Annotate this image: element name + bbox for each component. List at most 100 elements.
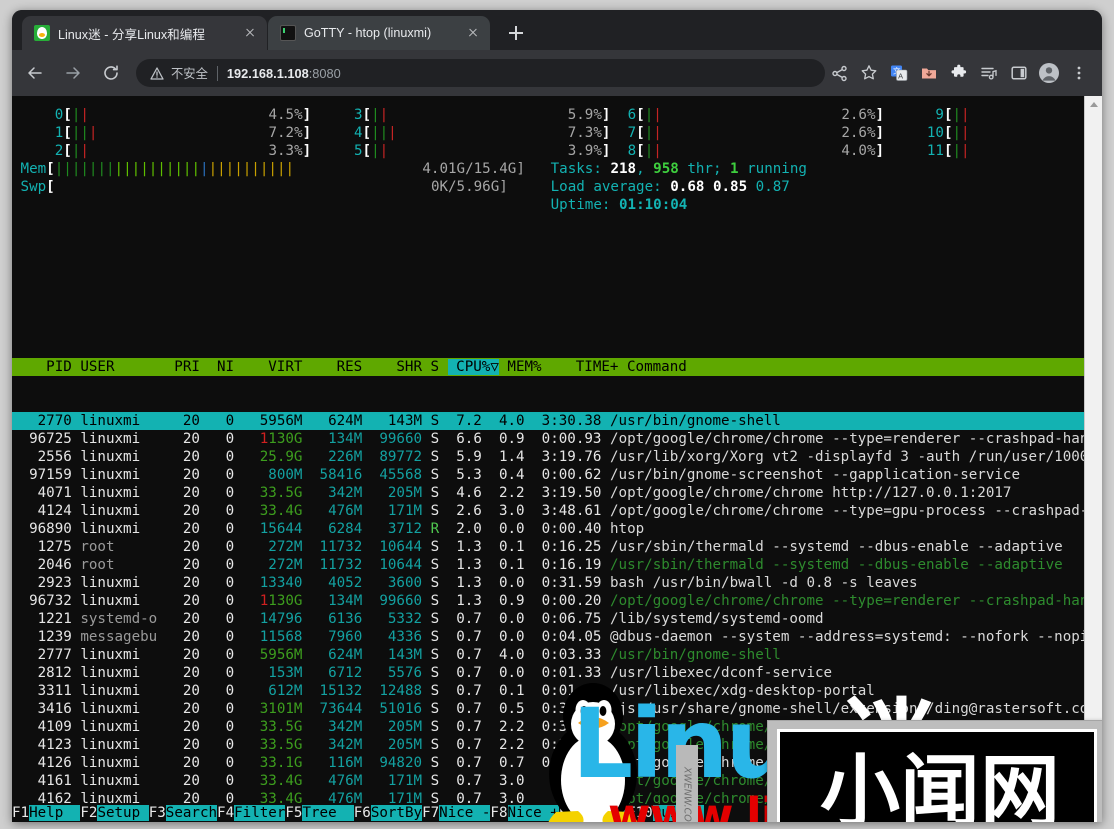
cell-mem: 0.7 [490, 755, 525, 771]
table-row[interactable]: 2046 root 20 0 272M 11732 10644 S 1.3 0.… [12, 556, 1085, 574]
table-row[interactable]: 96890 linuxmi 20 0 15644 6284 3712 R 2.0… [12, 520, 1085, 538]
page-scrollbar[interactable] [1084, 96, 1102, 822]
scroll-up-icon[interactable] [1085, 96, 1102, 111]
cpu-meter-6: 6[|| 2.6%] [619, 107, 885, 123]
fkey-f10[interactable]: F10 [627, 805, 653, 821]
fkey-label-f8[interactable]: Nice + [507, 805, 559, 821]
cell-state: S [430, 503, 440, 519]
fkey-label-f5[interactable]: Tree [302, 805, 354, 821]
cell-virt: 15644 [242, 521, 303, 537]
cell-state: S [430, 413, 440, 429]
scroll-down-icon[interactable] [1085, 807, 1102, 822]
table-row[interactable]: 96732 linuxmi 20 0 1130G 134M 99660 S 1.… [12, 592, 1088, 610]
table-row[interactable]: 4126 linuxmi 20 0 33.1G 116M 94820 S 0.7… [12, 754, 1089, 772]
bookmark-star-icon[interactable] [855, 59, 883, 87]
table-row[interactable]: 2556 linuxmi 20 0 25.9G 226M 89772 S 5.9… [12, 448, 1089, 466]
reload-icon[interactable] [96, 58, 126, 88]
side-panel-icon[interactable] [1005, 59, 1033, 87]
cell-mem: 0.1 [490, 539, 525, 555]
fkey-f8[interactable]: F8 [490, 805, 508, 821]
fkey-label-f9[interactable]: Kill [575, 805, 628, 821]
fkey-label-f6[interactable]: SortBy [370, 805, 423, 821]
fkey-f9[interactable]: F9 [558, 805, 576, 821]
reading-list-icon[interactable] [975, 59, 1003, 87]
table-row[interactable]: 2777 linuxmi 20 0 5956M 624M 143M S 0.7 … [12, 646, 1085, 664]
cell-mem: 3.0 [490, 773, 525, 789]
table-row[interactable]: 4124 linuxmi 20 0 33.4G 476M 171M S 2.6 … [12, 502, 1089, 520]
table-header-row[interactable]: PID USER PRI NI VIRT RES SHR S CPU%▽ MEM… [12, 358, 1085, 376]
cell-res: 342M [311, 485, 363, 501]
fkey-f6[interactable]: F6 [353, 805, 371, 821]
table-row[interactable]: 2812 linuxmi 20 0 153M 6712 5576 S 0.7 0… [12, 664, 1085, 682]
fkey-label-f10[interactable]: Quit [652, 805, 704, 821]
cell-ni: 0 [208, 485, 235, 501]
cell-state: S [430, 557, 440, 573]
back-icon[interactable] [20, 58, 50, 88]
translate-icon[interactable]: 文A [885, 59, 913, 87]
table-row[interactable]: 97159 linuxmi 20 0 800M 58416 45568 S 5.… [12, 466, 1085, 484]
tab-linuxmi[interactable]: Linux迷 - 分享Linux和编程 [22, 16, 267, 50]
cell-mem: 2.2 [490, 719, 525, 735]
table-row[interactable]: 1239 messagebu 20 0 11568 7960 4336 S 0.… [12, 628, 1089, 646]
fkey-f1[interactable]: F1 [12, 805, 30, 821]
fkey-label-f2[interactable]: Setup [97, 805, 149, 821]
address-bar[interactable]: 不安全 192.168.1.108 :8080 [136, 59, 825, 87]
tab-gotty-htop[interactable]: GoTTY - htop (linuxmi) [268, 16, 490, 50]
forward-icon[interactable] [58, 58, 88, 88]
cell-virt: 33.4G [242, 773, 303, 789]
fkey-label-f7[interactable]: Nice - [439, 805, 491, 821]
fkey-f2[interactable]: F2 [80, 805, 98, 821]
cell-shr: 10644 [370, 539, 423, 555]
table-row[interactable]: 2923 linuxmi 20 0 13340 4052 3600 S 1.3 … [12, 574, 1085, 592]
cell-user: linuxmi [80, 773, 158, 789]
table-row[interactable]: 2770 linuxmi 20 0 5956M 624M 143M S 7.2 … [12, 412, 1085, 430]
cell-mem: 0.0 [490, 521, 525, 537]
cell-user: linuxmi [80, 503, 158, 519]
cell-mem: 4.0 [490, 413, 525, 429]
cpu-meter-0: 0[|| 4.5%] [46, 107, 312, 123]
cell-cpu: 2.0 [447, 521, 482, 537]
cell-state: S [430, 611, 440, 627]
cell-pid: 3311 [12, 683, 72, 699]
cell-res: 624M [311, 647, 363, 663]
table-row[interactable]: 4161 linuxmi 20 0 33.4G 476M 171M S 0.7 … [12, 772, 1089, 790]
table-row[interactable]: 96725 linuxmi 20 0 1130G 134M 99660 S 6.… [12, 430, 1088, 448]
cell-pri: 20 [165, 755, 200, 771]
cell-time: 0:16.25 [533, 539, 602, 555]
cell-mem: 4.0 [490, 647, 525, 663]
table-row[interactable]: 1221 systemd-o 20 0 14796 6136 5332 S 0.… [12, 610, 1085, 628]
sort-column-header[interactable]: CPU%▽ [447, 359, 499, 375]
share-icon[interactable] [825, 59, 853, 87]
cell-user: linuxmi [80, 665, 158, 681]
table-body: 2770 linuxmi 20 0 5956M 624M 143M S 7.2 … [12, 412, 1089, 822]
fkey-label-f3[interactable]: Search [165, 805, 218, 821]
cell-shr: 205M [370, 719, 423, 735]
url-port: :8080 [308, 65, 341, 81]
fkey-label-f4[interactable]: Filter [234, 805, 286, 821]
extensions-puzzle-icon[interactable] [945, 59, 973, 87]
close-icon[interactable] [241, 24, 259, 42]
cell-ni: 0 [208, 629, 235, 645]
cell-shr: 3712 [370, 521, 423, 537]
profile-avatar-icon[interactable] [1035, 59, 1063, 87]
cell-user: linuxmi [80, 521, 158, 537]
table-row[interactable]: 3416 linuxmi 20 0 3101M 73644 51016 S 0.… [12, 700, 1089, 718]
cell-command: /lib/systemd/systemd-oomd [610, 611, 824, 627]
fkey-f5[interactable]: F5 [285, 805, 303, 821]
table-row[interactable]: 1275 root 20 0 272M 11732 10644 S 1.3 0.… [12, 538, 1085, 556]
fkey-f7[interactable]: F7 [422, 805, 440, 821]
cell-shr: 171M [370, 773, 423, 789]
table-row[interactable]: 4123 linuxmi 20 0 33.5G 342M 205M S 0.7 … [12, 736, 1085, 754]
chrome-menu-icon[interactable] [1065, 59, 1093, 87]
fkey-label-f1[interactable]: Help [29, 805, 81, 821]
table-row[interactable]: 4071 linuxmi 20 0 33.5G 342M 205M S 4.6 … [12, 484, 1085, 502]
cell-user: linuxmi [80, 575, 158, 591]
close-icon[interactable] [464, 24, 482, 42]
table-row[interactable]: 3311 linuxmi 20 0 612M 15132 12488 S 0.7… [12, 682, 1085, 700]
table-row[interactable]: 4109 linuxmi 20 0 33.5G 342M 205M S 0.7 … [12, 718, 1085, 736]
fkey-f4[interactable]: F4 [217, 805, 235, 821]
download-icon[interactable] [915, 59, 943, 87]
cell-time: 3:48.61 [533, 503, 602, 519]
new-tab-button[interactable] [504, 21, 528, 45]
fkey-f3[interactable]: F3 [148, 805, 166, 821]
